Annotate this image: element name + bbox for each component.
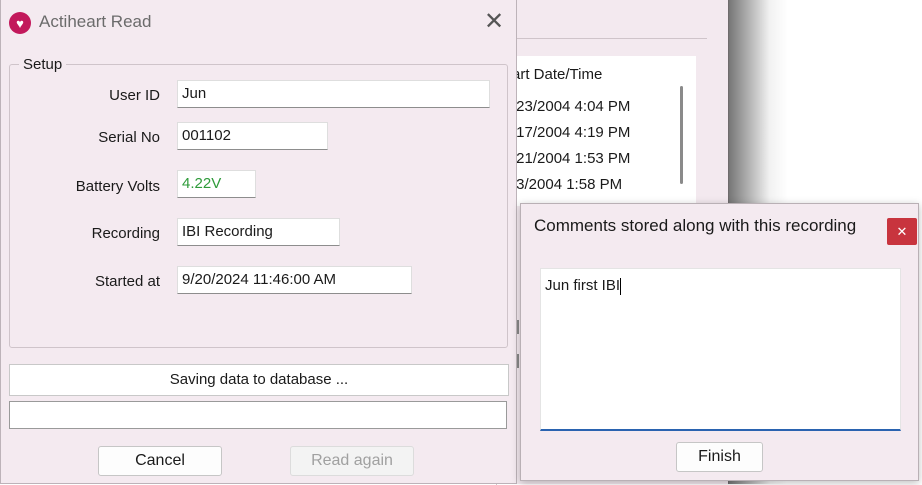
started-at-field[interactable]: 9/20/2024 11:46:00 AM [177, 266, 412, 294]
recording-field[interactable]: IBI Recording [177, 218, 340, 246]
serial-no-field[interactable]: 001102 [177, 122, 328, 150]
list-header[interactable]: art Date/Time [512, 66, 602, 83]
list-item[interactable]: /23/2004 4:04 PM [512, 98, 630, 115]
comments-dialog-title: Comments stored along with this recordin… [534, 216, 857, 235]
list-item[interactable]: /3/2004 1:58 PM [512, 176, 622, 193]
list-item[interactable]: /17/2004 4:19 PM [512, 124, 630, 141]
comments-textarea[interactable]: Jun first IBI [540, 268, 901, 431]
close-icon[interactable]: ✕ [481, 10, 507, 36]
comment-text: Jun first IBI [545, 277, 621, 294]
setup-group-label: Setup [19, 56, 67, 73]
title-bar[interactable]: ♥ Actiheart Read ✕ [1, 0, 518, 44]
heart-app-icon: ♥ [9, 12, 31, 34]
status-text: Saving data to database ... [9, 364, 509, 396]
text-caret [620, 277, 622, 295]
list-scrollbar[interactable] [680, 86, 683, 184]
progress-bar [9, 401, 507, 429]
actiheart-read-dialog: ♥ Actiheart Read ✕ Setup User ID Jun Ser… [0, 0, 517, 484]
serial-no-label: Serial No [98, 129, 160, 146]
close-icon[interactable]: ✕ [887, 218, 917, 245]
read-again-button[interactable]: Read again [290, 446, 414, 476]
recordings-list[interactable]: art Date/Time /23/2004 4:04 PM /17/2004 … [500, 56, 696, 206]
window-title: Actiheart Read [39, 12, 152, 31]
recording-label: Recording [91, 225, 160, 242]
cancel-button[interactable]: Cancel [98, 446, 222, 476]
finish-button[interactable]: Finish [676, 442, 763, 472]
user-id-field[interactable]: Jun [177, 80, 490, 108]
comments-dialog: Comments stored along with this recordin… [520, 203, 919, 481]
battery-volts-label: Battery Volts [75, 178, 160, 195]
user-id-label: User ID [109, 87, 160, 104]
started-at-label: Started at [94, 273, 160, 290]
battery-volts-field[interactable]: 4.22V [177, 170, 256, 198]
list-item[interactable]: /21/2004 1:53 PM [512, 150, 630, 167]
